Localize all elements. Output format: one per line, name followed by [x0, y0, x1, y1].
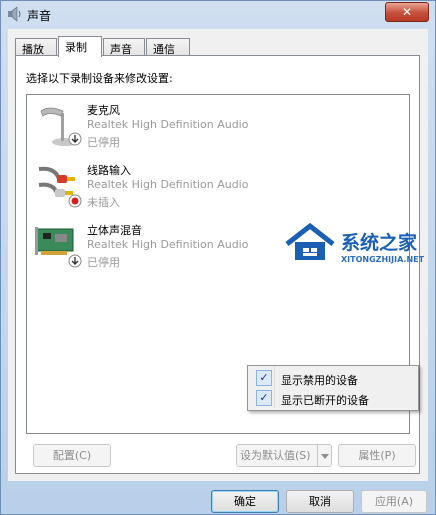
- speaker-icon: [8, 6, 21, 22]
- sound-card-icon: [35, 227, 82, 268]
- menu-item-show-disabled[interactable]: ✓ 显示禁用的设备: [250, 368, 414, 388]
- tab-communications[interactable]: 通信: [146, 38, 190, 56]
- apply-button[interactable]: 应用(A): [361, 490, 427, 513]
- properties-button[interactable]: 属性(P): [338, 444, 416, 467]
- sound-dialog: 声音 ✕ 播放 录制 声音 通信 选择以下录制设备来修改设置: 麦克风 Real…: [0, 0, 436, 515]
- site-watermark: 系统之家 XITONGZHIJIA.NET: [283, 222, 425, 272]
- menu-item-show-disconnected[interactable]: ✓ 显示已断开的设备: [250, 388, 414, 408]
- watermark-text: 系统之家: [341, 232, 418, 254]
- line-in-icon: [38, 166, 82, 208]
- title-bar[interactable]: 声音 ✕: [1, 1, 435, 27]
- device-name: 麦克风: [87, 104, 120, 117]
- device-status: 已停用: [87, 136, 120, 149]
- window-title: 声音: [27, 9, 52, 23]
- device-name: 线路输入: [87, 164, 131, 177]
- device-name: 立体声混音: [87, 224, 142, 237]
- context-menu: ✓ 显示禁用的设备 ✓ 显示已断开的设备: [247, 365, 419, 411]
- configure-button[interactable]: 配置(C): [33, 444, 111, 467]
- list-item-line-in[interactable]: 线路输入 Realtek High Definition Audio 未插入: [35, 159, 395, 215]
- menu-item-label: 显示禁用的设备: [281, 374, 358, 387]
- microphone-icon: [40, 107, 82, 146]
- cancel-button[interactable]: 取消: [286, 490, 354, 513]
- tab-recording[interactable]: 录制: [58, 36, 102, 57]
- set-default-button[interactable]: 设为默认值(S): [236, 444, 332, 467]
- device-driver: Realtek High Definition Audio: [87, 238, 249, 251]
- chevron-down-icon[interactable]: [317, 445, 332, 466]
- device-driver: Realtek High Definition Audio: [87, 118, 249, 131]
- checkmark-icon: ✓: [256, 370, 272, 386]
- instruction-text: 选择以下录制设备来修改设置:: [26, 72, 173, 85]
- device-status: 未插入: [87, 196, 120, 209]
- watermark-subtext: XITONGZHIJIA.NET: [341, 255, 425, 264]
- close-icon: ✕: [401, 5, 413, 19]
- ok-button[interactable]: 确定: [211, 490, 279, 513]
- house-logo-icon: [285, 222, 335, 260]
- device-driver: Realtek High Definition Audio: [87, 178, 249, 191]
- tab-sounds[interactable]: 声音: [103, 38, 145, 56]
- close-button[interactable]: ✕: [385, 2, 429, 22]
- set-default-label: 设为默认值(S): [240, 449, 311, 462]
- menu-item-label: 显示已断开的设备: [281, 394, 369, 407]
- checkmark-icon: ✓: [256, 390, 272, 406]
- tab-playback[interactable]: 播放: [15, 38, 57, 56]
- device-status: 已停用: [87, 256, 120, 269]
- list-item-microphone[interactable]: 麦克风 Realtek High Definition Audio 已停用: [35, 99, 395, 155]
